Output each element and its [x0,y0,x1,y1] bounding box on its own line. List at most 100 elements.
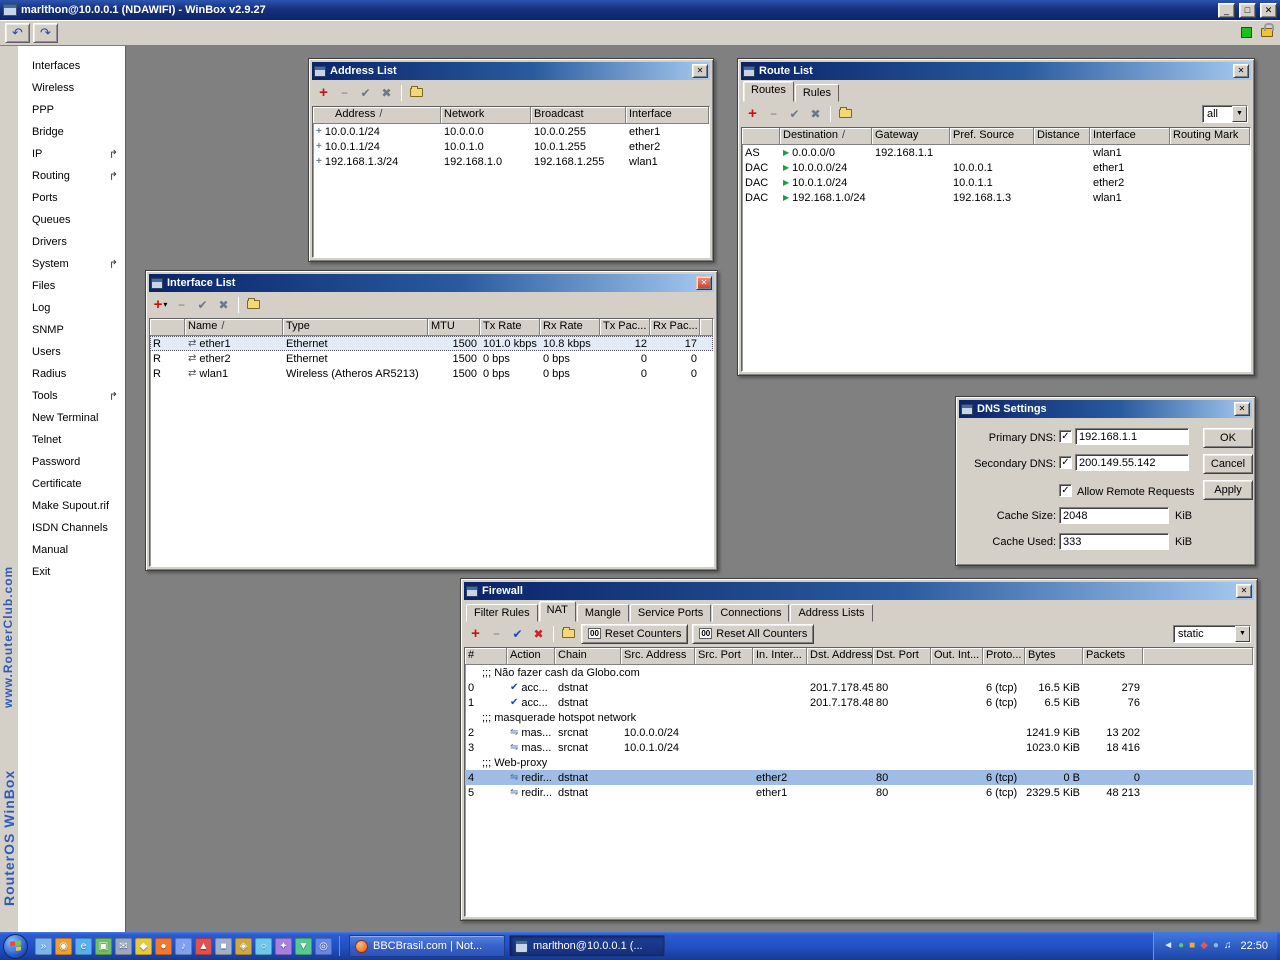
add-button[interactable]: + [744,105,761,123]
primary-dns-input[interactable] [1075,428,1189,445]
table-row[interactable]: 2⇋mas...srcnat10.0.0.0/241241.9 KiB13 20… [465,725,1253,740]
close-icon[interactable]: ✕ [1236,584,1252,598]
remove-button[interactable]: − [336,84,353,102]
apply-button[interactable]: Apply [1203,480,1253,500]
sidebar-item-snmp[interactable]: SNMP [18,319,125,341]
firewall-titlebar[interactable]: Firewall ✕ [464,582,1254,600]
sidebar-item-bridge[interactable]: Bridge [18,121,125,143]
table-row[interactable]: +10.0.0.1/2410.0.0.010.0.0.255ether1 [313,124,709,139]
column-header-broadcast[interactable]: Broadcast [531,107,626,124]
column-header-network[interactable]: Network [441,107,531,124]
minimize-icon[interactable]: _ [1218,3,1235,18]
table-row[interactable]: DAC▶10.0.1.0/2410.0.1.1ether2 [742,175,1250,190]
sidebar-item-certificate[interactable]: Certificate [18,473,125,495]
sidebar-item-ip[interactable]: IP↱ [18,143,125,165]
table-row[interactable]: R⇄ether1Ethernet1500101.0 kbps10.8 kbps1… [150,336,713,351]
enable-button[interactable]: ✔ [194,296,211,314]
disable-button[interactable]: ✖ [807,105,824,123]
start-button[interactable] [3,934,28,959]
column-header-bytes[interactable]: Bytes [1025,648,1083,665]
column-header-packets[interactable]: Packets [1083,648,1143,665]
quicklaunch-icon-2[interactable]: ◉ [55,938,72,955]
column-header-chain[interactable]: Chain [555,648,621,665]
tab-rules[interactable]: Rules [795,84,839,102]
table-row[interactable]: +192.168.1.3/24192.168.1.0192.168.1.255w… [313,154,709,169]
secondary-dns-checkbox[interactable]: ✓ [1059,456,1072,469]
column-header-item[interactable]: # [465,648,507,665]
sidebar-item-ppp[interactable]: PPP [18,99,125,121]
reset-counters-button[interactable]: 00 Reset Counters [581,624,688,644]
column-header-action[interactable]: Action [507,648,555,665]
sidebar-item-telnet[interactable]: Telnet [18,429,125,451]
quicklaunch-icon-14[interactable]: ▼ [295,938,312,955]
tab-mangle[interactable]: Mangle [577,604,629,622]
remove-button[interactable]: − [488,625,505,643]
column-header-proto[interactable]: Proto... [983,648,1025,665]
tab-address-lists[interactable]: Address Lists [790,604,872,622]
disable-button[interactable]: ✖ [215,296,232,314]
address-list-titlebar[interactable]: Address List ✕ [312,62,710,80]
enable-button[interactable]: ✔ [786,105,803,123]
dns-settings-titlebar[interactable]: DNS Settings ✕ [959,400,1252,418]
close-icon[interactable]: ✕ [1260,3,1277,18]
column-header-routing-mark[interactable]: Routing Mark [1170,128,1250,145]
column-header-mtu[interactable]: MTU [428,319,480,336]
tab-connections[interactable]: Connections [712,604,789,622]
sidebar-item-new-terminal[interactable]: New Terminal [18,407,125,429]
column-header-gateway[interactable]: Gateway [872,128,950,145]
quicklaunch-icon-11[interactable]: ◈ [235,938,252,955]
column-header-src-address[interactable]: Src. Address [621,648,695,665]
sidebar-item-make-supout-rif[interactable]: Make Supout.rif [18,495,125,517]
tab-routes[interactable]: Routes [743,81,794,102]
sidebar-item-interfaces[interactable]: Interfaces [18,55,125,77]
volume-icon[interactable]: ♫ [1224,941,1232,951]
sidebar-item-system[interactable]: System↱ [18,253,125,275]
table-row[interactable]: 1✔acc...dstnat201.7.178.48806 (tcp)6.5 K… [465,695,1253,710]
cache-used-input[interactable] [1059,533,1169,550]
tab-filter-rules[interactable]: Filter Rules [466,604,538,622]
column-header-name[interactable]: Name/ [185,319,283,336]
table-row[interactable]: DAC▶192.168.1.0/24192.168.1.3wlan1 [742,190,1250,205]
undo-button[interactable]: ↶ [5,23,30,43]
firewall-comment-row[interactable]: ;;; masquerade hotspot network [465,710,1253,725]
cancel-button[interactable]: Cancel [1203,454,1253,474]
route-list-titlebar[interactable]: Route List ✕ [741,62,1251,80]
comment-button[interactable] [245,296,262,314]
route-filter-dropdown[interactable]: all ▼ [1202,105,1248,123]
app-titlebar[interactable]: marlthon@10.0.0.1 (NDAWIFI) - WinBox v2.… [0,0,1280,20]
task-button-1[interactable]: BBCBrasil.com | Not... [349,935,505,957]
column-header-out-int[interactable]: Out. Int... [931,648,983,665]
remove-button[interactable]: − [765,105,782,123]
cache-size-input[interactable] [1059,507,1169,524]
column-header-pref-source[interactable]: Pref. Source [950,128,1034,145]
table-row[interactable]: DAC▶10.0.0.0/2410.0.0.1ether1 [742,160,1250,175]
maximize-icon[interactable]: □ [1239,3,1256,18]
sidebar-item-ports[interactable]: Ports [18,187,125,209]
quicklaunch-icon-8[interactable]: ♪ [175,938,192,955]
tray-icon-4[interactable]: ● [1213,941,1219,951]
sidebar-item-log[interactable]: Log [18,297,125,319]
column-header-tx-rate[interactable]: Tx Rate [480,319,540,336]
disable-button[interactable]: ✖ [530,625,547,643]
column-header-destination[interactable]: Destination/ [780,128,872,145]
column-header-rx-pac[interactable]: Rx Pac... [650,319,700,336]
comment-button[interactable] [408,84,425,102]
column-header-dst-port[interactable]: Dst. Port [873,648,931,665]
table-row[interactable]: 0✔acc...dstnat201.7.178.45806 (tcp)16.5 … [465,680,1253,695]
comment-button[interactable] [837,105,854,123]
firewall-comment-row[interactable]: ;;; Não fazer cash da Globo.com [465,665,1253,680]
close-icon[interactable]: ✕ [1233,64,1249,78]
secondary-dns-input[interactable] [1075,454,1189,471]
sidebar-item-manual[interactable]: Manual [18,539,125,561]
primary-dns-checkbox[interactable]: ✓ [1059,430,1072,443]
quicklaunch-icon-4[interactable]: ▣ [95,938,112,955]
firewall-comment-row[interactable]: ;;; Web-proxy [465,755,1253,770]
column-header-tx-pac[interactable]: Tx Pac... [600,319,650,336]
column-header-in-inter[interactable]: In. Inter... [753,648,807,665]
add-button[interactable]: + [467,625,484,643]
column-header-type[interactable]: Type [283,319,428,336]
column-header-src-port[interactable]: Src. Port [695,648,753,665]
tab-nat[interactable]: NAT [539,601,576,622]
table-row[interactable]: 4⇋redir...dstnatether2806 (tcp)0 B0 [465,770,1253,785]
column-header-rx-rate[interactable]: Rx Rate [540,319,600,336]
